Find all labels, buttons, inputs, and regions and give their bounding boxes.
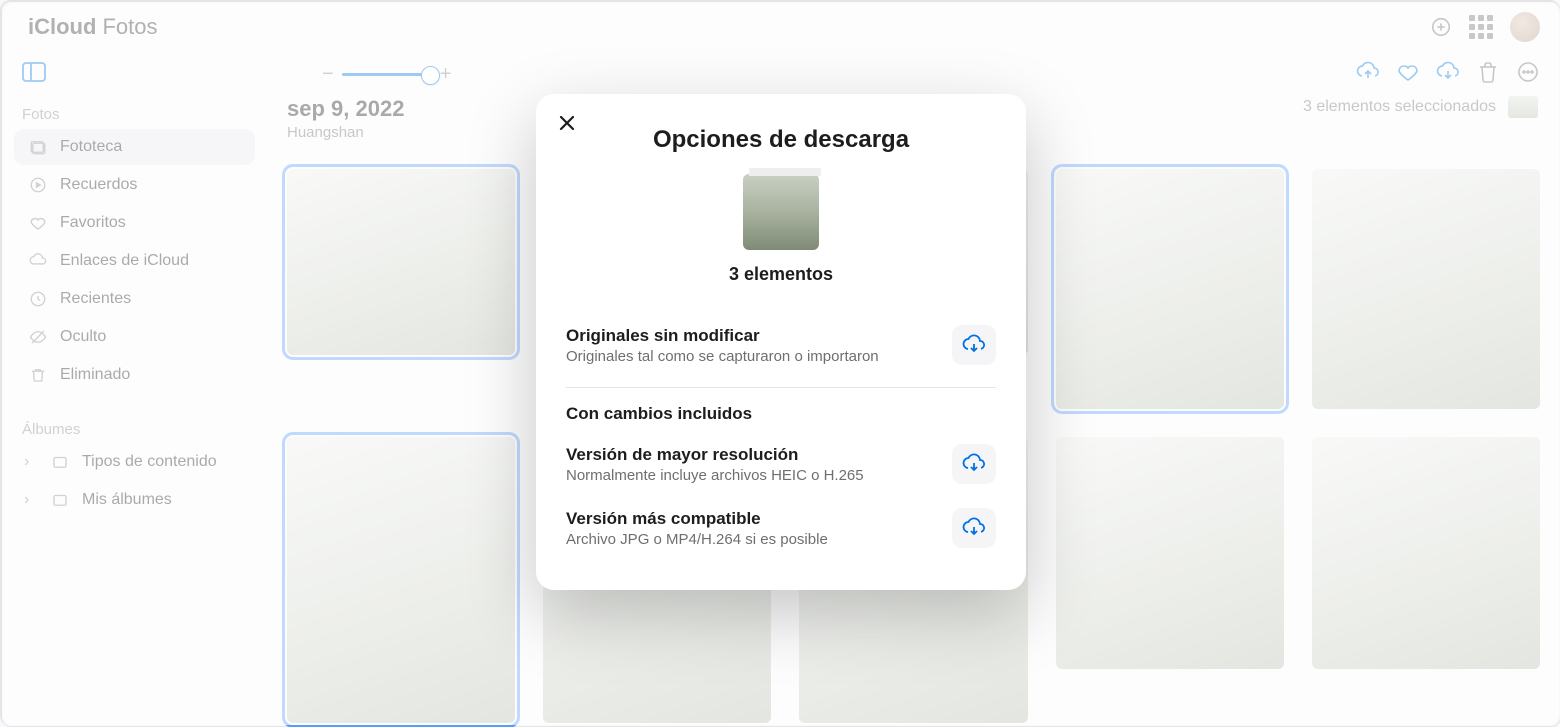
option-title: Versión más compatible bbox=[566, 509, 938, 529]
photo-thumbnail[interactable] bbox=[287, 169, 515, 355]
sidebar-item-misalbumes[interactable]: › Mis álbumes bbox=[14, 482, 255, 518]
option-title: Versión de mayor resolución bbox=[566, 445, 938, 465]
sidebar-item-recientes[interactable]: Recientes bbox=[14, 281, 255, 317]
toolbar: − + bbox=[2, 52, 1560, 96]
delete-button[interactable] bbox=[1476, 60, 1500, 89]
sidebar-section-fotos: Fotos bbox=[14, 96, 255, 129]
photo-thumbnail[interactable] bbox=[1312, 437, 1540, 669]
sidebar-item-favoritos[interactable]: Favoritos bbox=[14, 205, 255, 241]
option-subtitle: Originales tal como se capturaron o impo… bbox=[566, 348, 938, 365]
download-highres-button[interactable] bbox=[952, 444, 996, 484]
account-avatar[interactable] bbox=[1510, 12, 1540, 42]
zoom-slider[interactable]: − + bbox=[322, 63, 451, 86]
chevron-right-icon: › bbox=[24, 453, 36, 471]
app-launcher-icon[interactable] bbox=[1470, 16, 1492, 38]
photo-thumbnail[interactable] bbox=[1312, 169, 1540, 409]
library-icon bbox=[28, 138, 48, 156]
zoom-track[interactable] bbox=[342, 73, 432, 76]
sidebar-item-label: Fototeca bbox=[60, 138, 122, 156]
divider bbox=[566, 387, 996, 388]
section-edits-included: Con cambios incluidos bbox=[566, 404, 996, 424]
favorite-button[interactable] bbox=[1396, 60, 1420, 89]
brand-app: Fotos bbox=[102, 14, 157, 40]
trash-icon bbox=[28, 366, 48, 384]
download-originals-button[interactable] bbox=[952, 325, 996, 365]
chevron-right-icon: › bbox=[24, 491, 36, 509]
zoom-out-icon[interactable]: − bbox=[322, 63, 334, 86]
heart-icon bbox=[28, 214, 48, 232]
selection-count: 3 elementos seleccionados bbox=[1303, 98, 1496, 116]
close-button[interactable] bbox=[558, 112, 576, 138]
sidebar-item-label: Recuerdos bbox=[60, 176, 137, 194]
sidebar: Fotos Fototeca Recuerdos Favoritos Enlac… bbox=[2, 96, 267, 726]
sidebar-item-fototeca[interactable]: Fototeca bbox=[14, 129, 255, 165]
cloud-link-icon bbox=[28, 252, 48, 270]
sidebar-toggle-button[interactable] bbox=[22, 62, 46, 87]
sidebar-item-label: Mis álbumes bbox=[82, 491, 172, 509]
more-button[interactable] bbox=[1516, 60, 1540, 89]
modal-title: Opciones de descarga bbox=[566, 126, 996, 154]
item-count: 3 elementos bbox=[566, 264, 996, 285]
download-options-modal: Opciones de descarga 3 elementos Origina… bbox=[536, 94, 1026, 590]
sidebar-item-recuerdos[interactable]: Recuerdos bbox=[14, 167, 255, 203]
brand-main: iCloud bbox=[28, 14, 96, 40]
download-button[interactable] bbox=[1436, 60, 1460, 89]
preview-thumbnail bbox=[743, 174, 819, 250]
sidebar-item-enlaces[interactable]: Enlaces de iCloud bbox=[14, 243, 255, 279]
sidebar-item-label: Tipos de contenido bbox=[82, 453, 217, 471]
selection-thumb bbox=[1508, 96, 1538, 118]
zoom-in-icon[interactable]: + bbox=[440, 63, 452, 86]
option-most-compatible: Versión más compatible Archivo JPG o MP4… bbox=[566, 496, 996, 560]
upload-button[interactable] bbox=[1356, 60, 1380, 89]
eye-off-icon bbox=[28, 328, 48, 346]
clock-icon bbox=[28, 290, 48, 308]
sidebar-item-label: Eliminado bbox=[60, 366, 130, 384]
sidebar-item-label: Favoritos bbox=[60, 214, 126, 232]
sidebar-item-tipos[interactable]: › Tipos de contenido bbox=[14, 444, 255, 480]
sidebar-item-oculto[interactable]: Oculto bbox=[14, 319, 255, 355]
folder-icon bbox=[50, 453, 70, 471]
option-subtitle: Normalmente incluye archivos HEIC o H.26… bbox=[566, 467, 938, 484]
sidebar-section-albumes: Álbumes bbox=[14, 411, 255, 444]
photo-thumbnail[interactable] bbox=[287, 437, 515, 723]
option-title: Originales sin modificar bbox=[566, 326, 938, 346]
option-subtitle: Archivo JPG o MP4/H.264 si es posible bbox=[566, 531, 938, 548]
sidebar-item-label: Enlaces de iCloud bbox=[60, 252, 189, 270]
sidebar-item-label: Recientes bbox=[60, 290, 131, 308]
brand[interactable]: iCloud Fotos bbox=[22, 14, 157, 40]
sidebar-item-label: Oculto bbox=[60, 328, 106, 346]
app-header: iCloud Fotos bbox=[2, 2, 1560, 52]
option-highest-resolution: Versión de mayor resolución Normalmente … bbox=[566, 432, 996, 496]
photo-thumbnail[interactable] bbox=[1056, 169, 1284, 409]
sidebar-item-eliminado[interactable]: Eliminado bbox=[14, 357, 255, 393]
play-circle-icon bbox=[28, 176, 48, 194]
photo-thumbnail[interactable] bbox=[1056, 437, 1284, 669]
folder-icon bbox=[50, 491, 70, 509]
add-button[interactable] bbox=[1430, 16, 1452, 38]
option-unmodified-originals: Originales sin modificar Originales tal … bbox=[566, 313, 996, 377]
download-compatible-button[interactable] bbox=[952, 508, 996, 548]
